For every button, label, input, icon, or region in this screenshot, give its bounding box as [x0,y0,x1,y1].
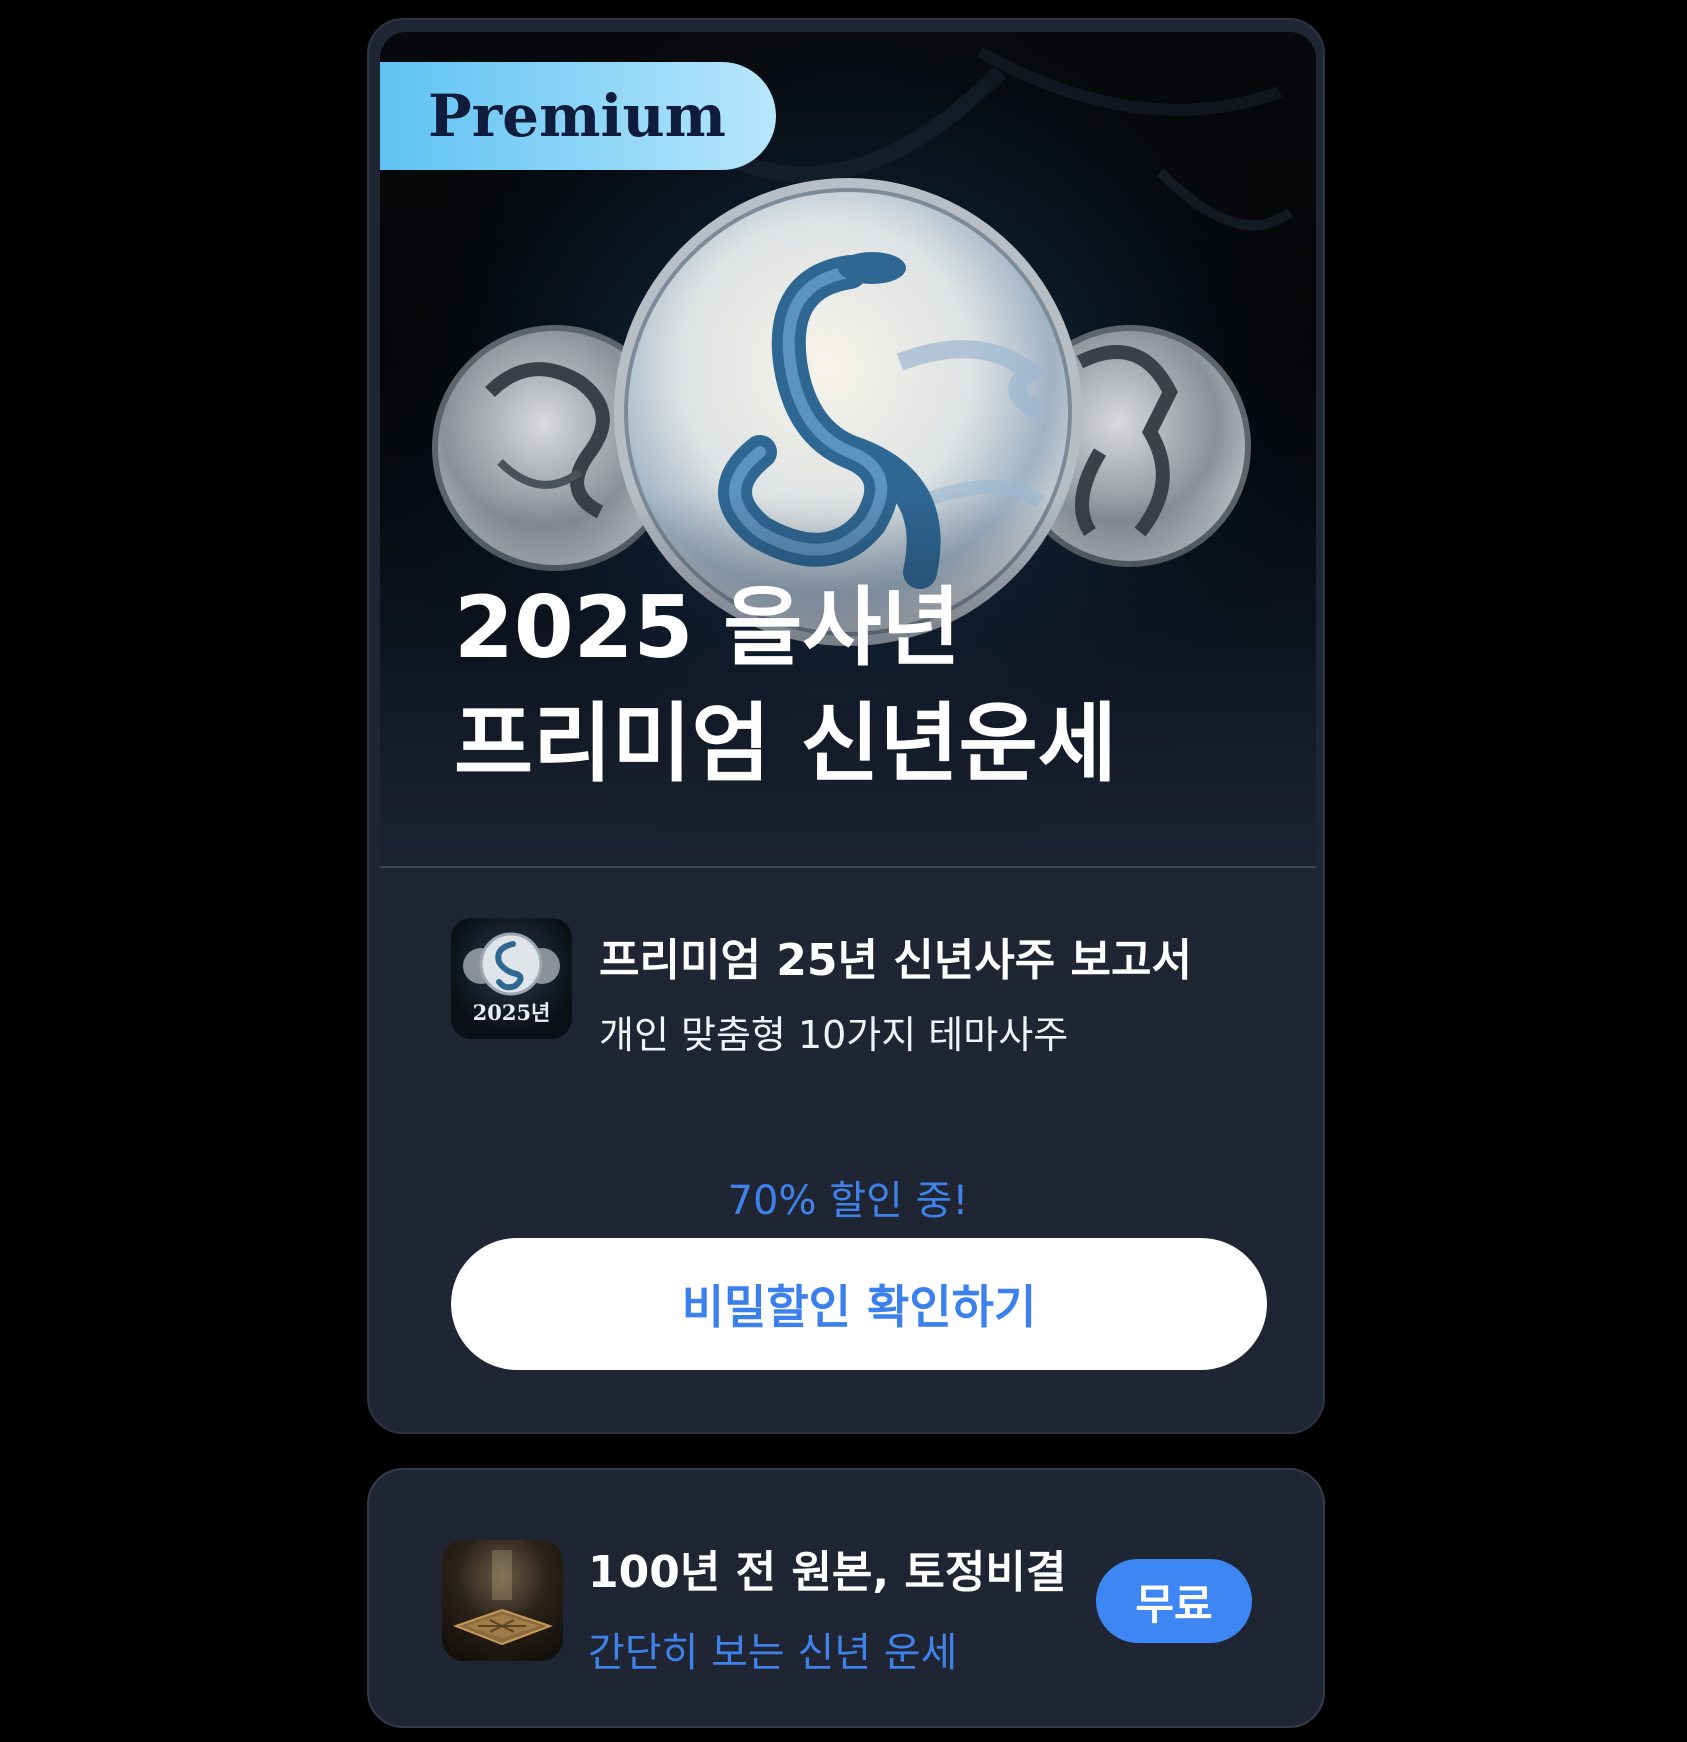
hero-title-line2: 프리미엄 신년운세 [454,694,1117,794]
page: Premium 2025 을사년 프리미엄 신년운세 2025년 프리미엄 25… [0,0,1687,1742]
free-fortune-card[interactable]: 100년 전 원본, 토정비결 간단히 보는 신년 운세 무료 [367,1468,1325,1728]
secret-discount-button[interactable]: 비밀할인 확인하기 [451,1238,1267,1370]
free-button[interactable]: 무료 [1096,1559,1252,1643]
free-card-title: 100년 전 원본, 토정비결 [588,1547,1067,1598]
divider [380,866,1316,868]
premium-fortune-card[interactable]: Premium 2025 을사년 프리미엄 신년운세 2025년 프리미엄 25… [367,18,1325,1434]
hero-title: 2025 을사년 프리미엄 신년운세 [454,570,1117,802]
premium-badge: Premium [380,62,776,170]
product-subtitle: 개인 맞춤형 10가지 테마사주 [599,1013,1069,1057]
ancient-book-icon [442,1540,563,1661]
snake-medallion-icon: 2025년 [451,918,572,1039]
free-card-subtitle: 간단히 보는 신년 운세 [588,1630,958,1676]
hero-title-line1: 2025 을사년 [454,578,961,678]
product-title: 프리미엄 25년 신년사주 보고서 [599,935,1192,986]
thumb-year-label: 2025년 [472,1000,551,1025]
discount-label: 70% 할인 중! [727,1178,969,1224]
product-info: 2025년 프리미엄 25년 신년사주 보고서 개인 맞춤형 10가지 테마사주 [451,918,1271,1057]
